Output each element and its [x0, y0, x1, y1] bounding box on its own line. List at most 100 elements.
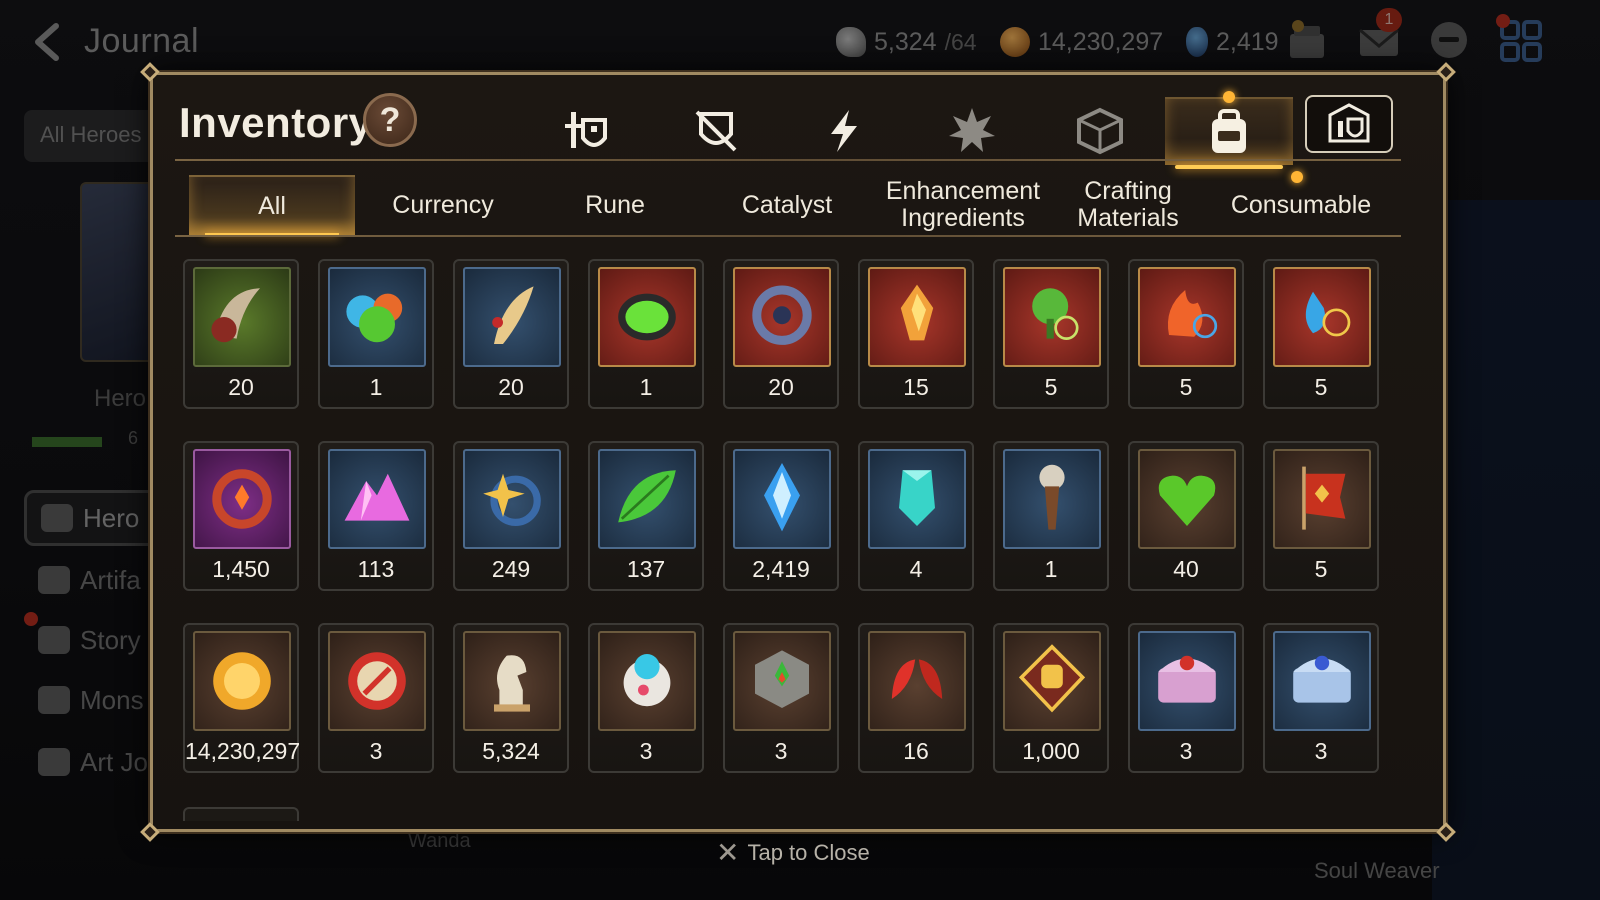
subtab-all[interactable]: All	[189, 175, 355, 235]
inventory-item[interactable]: 5,324	[453, 623, 569, 773]
item-frame	[868, 631, 966, 731]
item-frame	[463, 631, 561, 731]
close-hint-label: Tap to Close	[747, 839, 870, 865]
subtab-rune[interactable]: Rune	[537, 175, 693, 235]
sword-shield-icon	[695, 110, 737, 152]
close-icon: ✕	[716, 837, 740, 868]
fire-crystal-icon	[900, 284, 934, 341]
chess-knight-icon	[494, 655, 530, 712]
inventory-item[interactable]: 2,419	[723, 441, 839, 591]
item-frame	[598, 631, 696, 731]
inventory-item[interactable]: 1	[588, 259, 704, 409]
blue-rune-icon	[752, 285, 812, 345]
tab-hero-equipment[interactable]	[523, 97, 649, 165]
inventory-item[interactable]: 249	[453, 441, 569, 591]
teal-crystal-icon	[899, 470, 935, 526]
heart-icon	[1158, 475, 1216, 526]
item-frame	[733, 631, 831, 731]
fist-badge-icon	[1018, 644, 1086, 713]
item-frame	[1003, 267, 1101, 367]
inventory-item[interactable]: 14,230,297	[183, 623, 300, 773]
feather-icon	[492, 286, 534, 344]
item-frame	[1138, 267, 1236, 367]
inventory-item[interactable]: 4	[858, 441, 974, 591]
inventory-item[interactable]: 5	[1263, 259, 1379, 409]
inventory-item[interactable]: 40	[1128, 441, 1244, 591]
subtab-enhancement-ingredients[interactable]: Enhancement Ingredients	[879, 175, 1047, 235]
bag-notification-dot	[1223, 91, 1235, 103]
item-quantity: 5	[1314, 556, 1328, 582]
tab-artifacts[interactable]	[781, 97, 907, 165]
inventory-item[interactable]: 3	[723, 623, 839, 773]
inventory-item[interactable]: 16	[858, 623, 974, 773]
subtab-currency[interactable]: Currency	[365, 175, 521, 235]
inventory-item[interactable]: 3	[1128, 623, 1244, 773]
gold-coin-icon	[213, 652, 271, 710]
tab-catalysts[interactable]	[909, 97, 1035, 165]
tab-materials[interactable]	[1037, 97, 1163, 165]
item-quantity: 5,324	[482, 738, 540, 764]
robot-pet-icon	[623, 654, 671, 707]
help-button[interactable]: ?	[363, 93, 417, 147]
inventory-item[interactable]: 3	[318, 623, 434, 773]
item-quantity: 5	[1044, 374, 1058, 400]
inventory-item[interactable]: 113	[318, 441, 434, 591]
item-quantity: 5	[1314, 374, 1328, 400]
blue-chest-icon	[1293, 655, 1351, 703]
item-frame	[328, 631, 426, 731]
subtab-catalyst[interactable]: Catalyst	[709, 175, 865, 235]
item-frame	[1138, 449, 1236, 549]
inventory-item[interactable]: 1	[318, 259, 434, 409]
item-quantity: 137	[626, 556, 666, 582]
inventory-item[interactable]: 1	[993, 441, 1109, 591]
inventory-item[interactable]: 5	[1128, 259, 1244, 409]
item-quantity: 2,419	[752, 556, 810, 582]
item-quantity: 1,000	[1022, 738, 1080, 764]
item-quantity: 16	[903, 738, 929, 764]
backpack-icon	[1212, 109, 1246, 153]
inventory-item[interactable]: 3	[1263, 623, 1379, 773]
subtab-crafting-materials[interactable]: Crafting Materials	[1053, 175, 1203, 235]
item-frame	[1003, 631, 1101, 731]
item-frame	[328, 449, 426, 549]
compass-blade-icon	[1039, 464, 1065, 530]
inventory-item[interactable]: 20	[723, 259, 839, 409]
inventory-item[interactable]: 5	[1263, 441, 1379, 591]
item-quantity: 40	[1173, 556, 1199, 582]
inventory-item[interactable]: 1,450	[183, 441, 299, 591]
inventory-item[interactable]: 3	[588, 623, 704, 773]
stone-cube-icon	[755, 650, 809, 708]
subtab-consumable[interactable]: Consumable	[1221, 175, 1381, 235]
inventory-item[interactable]: 20	[453, 259, 569, 409]
inventory-title: Inventory	[179, 99, 373, 146]
tab-storage[interactable]	[1305, 95, 1393, 153]
leaf-icon	[618, 470, 676, 523]
item-quantity: 3	[639, 738, 653, 764]
consumable-notification-dot	[1291, 171, 1303, 183]
item-quantity: 20	[228, 374, 254, 400]
item-quantity: 249	[491, 556, 531, 582]
lightning-icon	[831, 110, 857, 152]
inventory-item[interactable]: 15	[858, 259, 974, 409]
item-frame	[1138, 631, 1236, 731]
claw-icon	[211, 288, 260, 343]
item-frame	[463, 449, 561, 549]
tab-inventory-bag[interactable]	[1165, 97, 1293, 169]
inventory-item[interactable]: 20	[183, 259, 299, 409]
item-frame	[598, 449, 696, 549]
inventory-item[interactable]: 5	[993, 259, 1109, 409]
item-frame	[868, 267, 966, 367]
item-frame	[193, 631, 291, 731]
tab-weapons[interactable]	[653, 97, 779, 165]
tree-rune-icon	[1032, 288, 1079, 340]
next-row-item[interactable]	[183, 807, 299, 821]
inventory-item[interactable]: 1,000	[993, 623, 1109, 773]
tap-to-close[interactable]: ✕ Tap to Close	[716, 836, 870, 869]
subtab-divider	[175, 235, 1401, 237]
item-frame	[193, 449, 291, 549]
item-frame	[1273, 449, 1371, 549]
purple-rune-icon	[212, 469, 272, 529]
item-frame	[598, 267, 696, 367]
green-orb-icon	[618, 293, 676, 341]
inventory-item[interactable]: 137	[588, 441, 704, 591]
